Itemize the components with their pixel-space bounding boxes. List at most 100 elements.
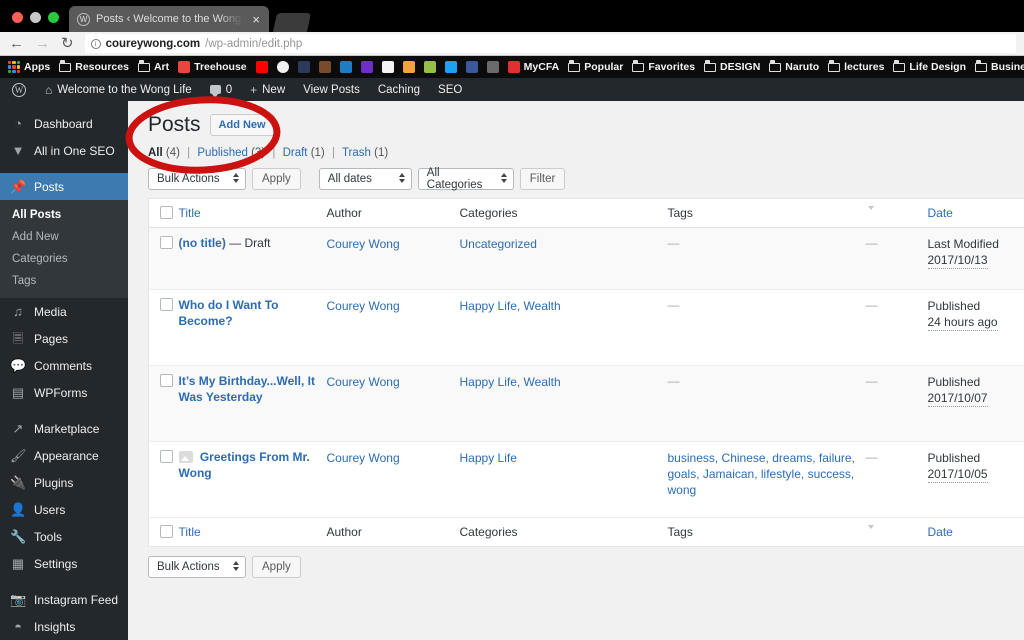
select-all-checkbox[interactable]: [160, 206, 173, 219]
row-checkbox[interactable]: [160, 450, 173, 463]
bookmark-apps[interactable]: Apps: [8, 61, 50, 73]
bookmark-shield[interactable]: [486, 61, 499, 73]
author-link[interactable]: Courey Wong: [327, 451, 400, 465]
back-icon[interactable]: ←: [9, 36, 24, 51]
bulk-actions-select-top[interactable]: Bulk Actions: [148, 168, 246, 190]
sidebar-item-posts[interactable]: 📌 Posts: [0, 173, 128, 200]
bookmark-mycfa[interactable]: MyCFA: [507, 61, 559, 73]
post-title-link[interactable]: (no title): [179, 236, 226, 250]
bookmark-treehouse[interactable]: Treehouse: [178, 61, 247, 73]
bookmark-evernote[interactable]: [297, 61, 310, 73]
bookmark-twitter[interactable]: [444, 61, 457, 73]
sidebar-item-all-posts[interactable]: All Posts: [0, 204, 128, 226]
minimize-window-button[interactable]: [30, 12, 41, 23]
row-checkbox[interactable]: [160, 236, 173, 249]
sidebar-item-plugins[interactable]: 🔌 Plugins: [0, 469, 128, 496]
filter-link-draft[interactable]: Draft: [283, 147, 308, 159]
filter-link-all[interactable]: All: [148, 147, 163, 159]
sidebar-item-tags[interactable]: Tags: [0, 270, 128, 292]
bookmark-book[interactable]: [318, 61, 331, 73]
sidebar-item-comments[interactable]: 💬 Comments: [0, 352, 128, 379]
site-info-icon[interactable]: i: [90, 38, 101, 49]
column-footer-title[interactable]: Title: [178, 517, 327, 547]
bookmark-design[interactable]: DESIGN: [704, 60, 760, 73]
bookmark-life-design[interactable]: Life Design: [893, 60, 966, 73]
sidebar-item-all-in-one-seo[interactable]: ▼ All in One SEO: [0, 137, 128, 164]
tags-value[interactable]: business, Chinese, dreams, failure, goal…: [668, 451, 855, 497]
sidebar-item-insights[interactable]: ◓ Insights: [0, 613, 128, 640]
sidebar-item-wpforms[interactable]: ▤ WPForms: [0, 379, 128, 406]
sidebar-item-add-new[interactable]: Add New: [0, 226, 128, 248]
maximize-window-button[interactable]: [48, 12, 59, 23]
post-title-link[interactable]: It’s My Birthday...Well, It Was Yesterda…: [179, 374, 315, 404]
category-link[interactable]: Uncategorized: [460, 237, 537, 251]
bookmark-shopify[interactable]: [423, 61, 436, 73]
author-link[interactable]: Courey Wong: [327, 299, 400, 313]
sidebar-item-instagram-feed[interactable]: 📷 Instagram Feed: [0, 586, 128, 613]
select-all-checkbox-bottom[interactable]: [160, 525, 173, 538]
admin-bar-seo[interactable]: SEO: [429, 78, 471, 101]
apply-button-top[interactable]: Apply: [252, 168, 301, 190]
new-tab-button[interactable]: [272, 13, 312, 32]
bookmark-lectures[interactable]: lectures: [828, 60, 884, 73]
sidebar-item-settings[interactable]: ▦ Settings: [0, 550, 128, 577]
filter-link-published[interactable]: Published: [197, 147, 248, 159]
table-row[interactable]: It’s My Birthday...Well, It Was Yesterda…: [148, 365, 1024, 442]
table-row[interactable]: Greetings From Mr. Wong Courey Wong Happ…: [148, 441, 1024, 518]
table-row[interactable]: Who do I Want To Become? Courey Wong Hap…: [148, 289, 1024, 366]
row-checkbox[interactable]: [160, 374, 173, 387]
sidebar-item-media[interactable]: ♫ Media: [0, 298, 128, 325]
category-link[interactable]: Happy Life: [460, 451, 517, 465]
sidebar-item-dashboard[interactable]: ◔ Dashboard: [0, 110, 128, 137]
filter-link-trash[interactable]: Trash: [342, 147, 371, 159]
sidebar-item-tools[interactable]: 🔧 Tools: [0, 523, 128, 550]
admin-bar-comments[interactable]: 0: [201, 78, 241, 101]
bookmark-popular[interactable]: Popular: [568, 60, 623, 73]
admin-bar-caching[interactable]: Caching: [369, 78, 429, 101]
sidebar-item-appearance[interactable]: 🖌 Appearance: [0, 442, 128, 469]
forward-icon[interactable]: →: [35, 36, 50, 51]
category-filter-select[interactable]: All Categories: [417, 167, 514, 191]
author-link[interactable]: Courey Wong: [327, 237, 400, 251]
bookmark-amazon[interactable]: [381, 61, 394, 73]
category-link[interactable]: Happy Life, Wealth: [460, 299, 561, 313]
date-filter-select[interactable]: All dates: [318, 168, 412, 190]
bookmark-art[interactable]: Art: [137, 60, 169, 73]
add-new-button[interactable]: Add New: [209, 113, 275, 137]
filter-button[interactable]: Filter: [519, 168, 566, 190]
wp-logo-menu[interactable]: W: [0, 78, 36, 101]
bookmark-business[interactable]: Business: [975, 60, 1024, 73]
author-link[interactable]: Courey Wong: [327, 375, 400, 389]
sidebar-item-pages[interactable]: 🗏 Pages: [0, 325, 128, 352]
address-bar[interactable]: i coureywong.com /wp-admin/edit.php: [84, 34, 1016, 53]
admin-bar-site-name[interactable]: ⌂ Welcome to the Wong Life: [36, 78, 201, 101]
browser-tab-active[interactable]: W Posts ‹ Welcome to the Wong Life ×: [69, 6, 269, 32]
row-checkbox[interactable]: [160, 298, 173, 311]
bookmark-resources[interactable]: Resources: [59, 60, 129, 73]
category-link[interactable]: Happy Life, Wealth: [460, 375, 561, 389]
table-row[interactable]: (no title) — Draft Courey Wong Uncategor…: [148, 227, 1024, 290]
bookmark-mail[interactable]: [360, 61, 373, 73]
bookmark-naruto[interactable]: Naruto: [769, 60, 819, 73]
reload-icon[interactable]: ↻: [61, 36, 74, 51]
bookmark-analytics[interactable]: [402, 61, 415, 73]
admin-bar-view-posts[interactable]: View Posts: [294, 78, 369, 101]
bookmark-youtube[interactable]: [255, 61, 268, 73]
admin-bar-new-content[interactable]: + New: [241, 78, 294, 101]
bookmark-tree[interactable]: [339, 61, 352, 73]
post-title-link[interactable]: Who do I Want To Become?: [179, 298, 279, 328]
bookmark-google[interactable]: [276, 61, 289, 73]
close-window-button[interactable]: [12, 12, 23, 23]
close-icon[interactable]: ×: [249, 12, 263, 27]
post-title-link[interactable]: Greetings From Mr. Wong: [179, 450, 310, 480]
column-header-date[interactable]: Date: [927, 198, 1024, 228]
bulk-actions-select-bottom[interactable]: Bulk Actions: [148, 556, 246, 578]
sidebar-item-marketplace[interactable]: ↗ Marketplace: [0, 415, 128, 442]
apply-button-bottom[interactable]: Apply: [252, 556, 301, 578]
sidebar-item-users[interactable]: 👤 Users: [0, 496, 128, 523]
bookmark-favorites[interactable]: Favorites: [632, 60, 695, 73]
sidebar-item-categories[interactable]: Categories: [0, 248, 128, 270]
bookmark-facebook[interactable]: [465, 61, 478, 73]
column-footer-date[interactable]: Date: [927, 517, 1024, 547]
column-header-title[interactable]: Title: [178, 198, 327, 228]
